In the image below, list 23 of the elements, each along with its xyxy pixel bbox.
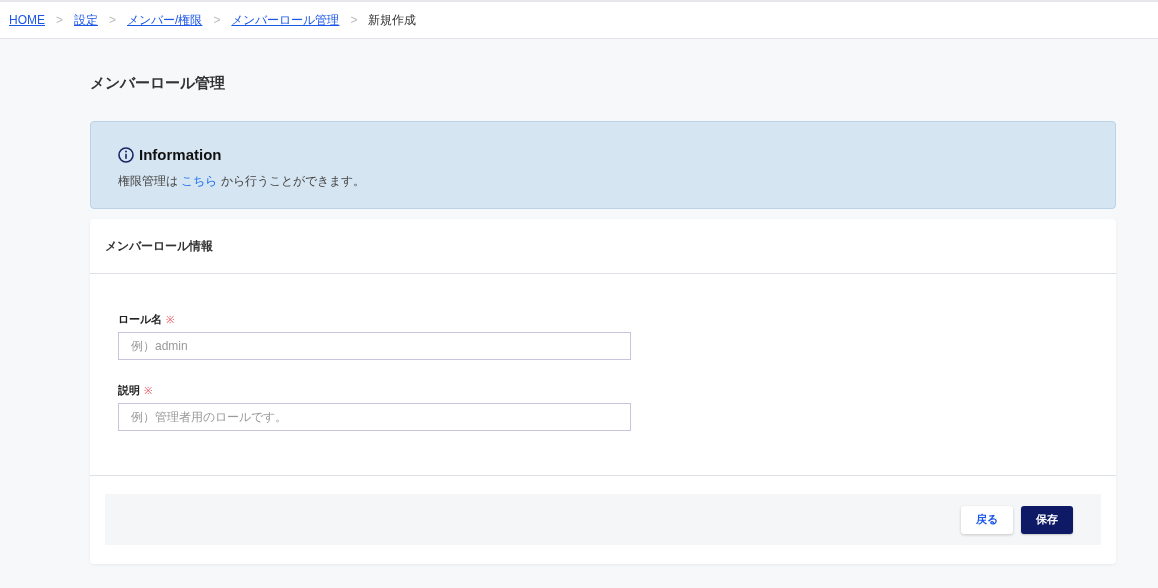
breadcrumb-link[interactable]: メンバーロール管理 xyxy=(231,11,340,29)
breadcrumb-link[interactable]: メンバー/権限 xyxy=(127,11,203,29)
breadcrumb-link[interactable]: HOME xyxy=(9,11,45,29)
required-mark: ※ xyxy=(166,312,174,327)
breadcrumb-separator: > xyxy=(109,12,117,29)
info-text: 権限管理は こちら から行うことができます。 xyxy=(118,172,366,190)
breadcrumb-link[interactable]: 設定 xyxy=(74,11,98,29)
field-label: 説明 xyxy=(118,382,140,398)
text-field[interactable]: 例）管理者用のロールです。 xyxy=(118,403,631,431)
breadcrumb-separator: > xyxy=(350,12,358,29)
card-title: メンバーロール情報 xyxy=(105,238,213,255)
field-label: ロール名 xyxy=(118,311,162,327)
breadcrumb-separator: > xyxy=(56,12,63,29)
breadcrumb-separator: > xyxy=(213,12,221,29)
text-field[interactable]: 例）admin xyxy=(118,332,631,360)
back-button[interactable]: 戻る xyxy=(961,505,1013,534)
save-button[interactable]: 保存 xyxy=(1021,505,1073,534)
info-link[interactable]: こちら xyxy=(181,173,218,188)
breadcrumb-current: 新規作成 xyxy=(368,12,417,29)
info-title: Information xyxy=(139,145,222,165)
info-icon xyxy=(118,147,134,164)
page-title: メンバーロール管理 xyxy=(90,73,226,93)
required-mark: ※ xyxy=(144,383,152,398)
